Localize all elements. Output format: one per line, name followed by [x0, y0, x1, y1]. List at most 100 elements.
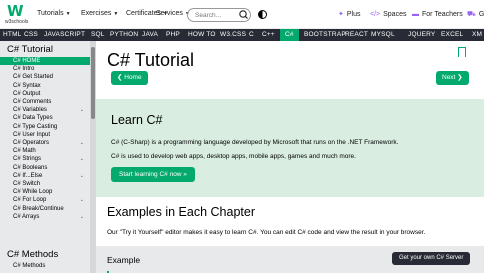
sidebar-item-label: C# Break/Continue	[13, 205, 64, 212]
sidebar-item-label: C# Variables	[13, 107, 47, 114]
lang-php[interactable]: PHP	[166, 29, 180, 41]
sidebar-item[interactable]: C# Output	[0, 90, 90, 98]
page-title: C# Tutorial	[107, 50, 195, 70]
sidebar-item-label: C# Arrays	[13, 213, 40, 220]
sidebar-item-label: C# While Loop	[13, 189, 53, 196]
caret-down-icon: ▼	[65, 11, 71, 17]
sidebar-item[interactable]: C# Booleans	[0, 164, 90, 172]
sidebar-item-label: C# Get Started	[13, 74, 54, 81]
sidebar-item[interactable]: C# Operators ⌄	[0, 139, 90, 147]
sidebar-item-label: C# User Input	[13, 131, 51, 138]
get-certified-link[interactable]: ⛟Ge	[467, 10, 484, 20]
lang-html[interactable]: HTML	[3, 29, 22, 41]
sidebar: C# Tutorial C# HOME C# Intro C# Get Starte…	[0, 41, 96, 273]
sidebar-item[interactable]: C# If...Else ⌄	[0, 172, 90, 180]
sidebar-item[interactable]: C# Type Casting	[0, 123, 90, 131]
learn-description: C# (C-Sharp) is a programming language d…	[111, 139, 399, 146]
lang-bootstrap[interactable]: BOOTSTRAP	[304, 29, 346, 41]
sidebar-item-label: C# Syntax	[13, 82, 41, 89]
logo-text: w3schools	[5, 19, 29, 25]
lang-java[interactable]: JAVA	[142, 29, 158, 41]
sidebar-heading: C# Tutorial	[7, 44, 53, 55]
search-icon[interactable]	[235, 8, 253, 22]
chevron-down-icon: ⌄	[79, 172, 84, 179]
search-input[interactable]: Search...	[187, 8, 251, 22]
sidebar-item-label: C# Operators	[13, 140, 50, 146]
sidebar-item[interactable]: C# Switch	[0, 180, 90, 188]
example-box: Example Get your own C# Server	[96, 246, 484, 273]
prev-button[interactable]: ❮ Home	[111, 71, 148, 85]
sidebar-item[interactable]: C# Syntax	[0, 82, 90, 90]
chevron-down-icon: ⌄	[79, 107, 84, 114]
main-content: C# Tutorial ❮ Home Next ❯ Learn C# C# (C…	[96, 41, 484, 273]
teachers-icon: ▬	[412, 11, 419, 18]
learn-uses: C# is used to develop web apps, desktop …	[111, 153, 356, 160]
sidebar-item-label: C# Type Casting	[13, 123, 58, 130]
sidebar-item-label: C# Comments	[13, 99, 52, 105]
sidebar-item-label: C# If...Else	[13, 172, 43, 179]
nav-exercises[interactable]: Exercises ▼	[81, 9, 118, 19]
lang-react[interactable]: REACT	[345, 29, 368, 41]
sidebar-item[interactable]: C# Methods	[0, 262, 90, 270]
sidebar-item[interactable]: C# Intro	[0, 65, 90, 73]
cart-icon: ⛟	[467, 11, 476, 18]
nav-tutorials[interactable]: Tutorials ▼	[37, 9, 71, 19]
top-bar: W w3schools Tutorials ▼ Exercises ▼ Certif…	[0, 0, 484, 29]
sidebar-item[interactable]: C# Data Types	[0, 114, 90, 122]
for-teachers-link[interactable]: ▬ For Teachers	[412, 10, 463, 20]
chevron-down-icon: ⌄	[79, 156, 84, 163]
learn-heading: Learn C#	[111, 113, 163, 127]
sidebar-item[interactable]: C# HOME	[0, 57, 90, 66]
lang-sql[interactable]: SQL	[91, 29, 105, 41]
lang-csharp[interactable]: C#	[280, 29, 299, 41]
plus-icon: ✦	[338, 11, 344, 18]
examples-heading: Examples in Each Chapter	[107, 205, 255, 219]
sidebar-heading-methods: C# Methods	[7, 249, 59, 260]
lang-howto[interactable]: HOW TO	[188, 29, 216, 41]
lang-python[interactable]: PYTHON	[110, 29, 138, 41]
sidebar-item[interactable]: C# Comments	[0, 98, 90, 106]
sidebar-item[interactable]: C# Arrays ⌄	[0, 213, 90, 221]
sidebar-item[interactable]: C# Break/Continue	[0, 205, 90, 213]
sidebar-item-label: C# For Loop	[13, 197, 47, 204]
sidebar-item-label: C# Output	[13, 90, 41, 97]
sidebar-item-label: C# Strings	[13, 156, 42, 163]
lang-w3css[interactable]: W3.CSS	[220, 29, 246, 41]
language-nav: HTML CSS JAVASCRIPT SQL PYTHON JAVA PHP …	[0, 29, 484, 41]
chevron-down-icon: ⌄	[79, 213, 84, 220]
lang-jquery[interactable]: JQUERY	[408, 29, 435, 41]
sidebar-item[interactable]: C# While Loop	[0, 188, 90, 196]
caret-down-icon: ▼	[113, 11, 119, 17]
plus-link[interactable]: ✦ Plus	[338, 10, 361, 20]
next-button[interactable]: Next ❯	[436, 71, 469, 85]
bookmark-icon[interactable]	[458, 47, 466, 57]
sidebar-item-label: C# HOME	[13, 58, 41, 64]
lang-excel[interactable]: EXCEL	[441, 29, 463, 41]
get-server-button[interactable]: Get your own C# Server	[392, 252, 471, 265]
sidebar-item[interactable]: C# User Input	[0, 131, 90, 139]
sidebar-item[interactable]: C# Variables ⌄	[0, 106, 90, 114]
sidebar-item[interactable]: C# Strings ⌄	[0, 155, 90, 163]
nav-services[interactable]: Services ▼	[156, 9, 190, 19]
sidebar-item-label: C# Intro	[13, 66, 35, 73]
lang-css[interactable]: CSS	[24, 29, 38, 41]
spaces-link[interactable]: </> Spaces	[370, 10, 406, 20]
lang-javascript[interactable]: JAVASCRIPT	[44, 29, 85, 41]
chevron-down-icon: ⌄	[79, 197, 84, 204]
example-label: Example	[107, 255, 141, 265]
dark-mode-toggle-icon[interactable]	[258, 10, 267, 19]
lang-cpp[interactable]: C++	[262, 29, 275, 41]
lang-mysql[interactable]: MYSQL	[371, 29, 395, 41]
sidebar-item-label: C# Methods	[13, 263, 46, 269]
scrollbar-thumb[interactable]	[91, 47, 95, 119]
sidebar-item-label: C# Switch	[13, 181, 41, 187]
search-placeholder: Search...	[195, 12, 222, 19]
sidebar-item[interactable]: C# For Loop ⌄	[0, 196, 90, 204]
spaces-icon: </>	[370, 11, 381, 18]
lang-xml[interactable]: XM	[472, 29, 482, 41]
start-learning-button[interactable]: Start learning C# now »	[111, 167, 195, 182]
sidebar-item[interactable]: C# Math	[0, 147, 90, 155]
lang-c[interactable]: C	[249, 29, 254, 41]
sidebar-item[interactable]: C# Get Started	[0, 73, 90, 81]
w3schools-logo[interactable]: W w3schools	[5, 4, 29, 26]
